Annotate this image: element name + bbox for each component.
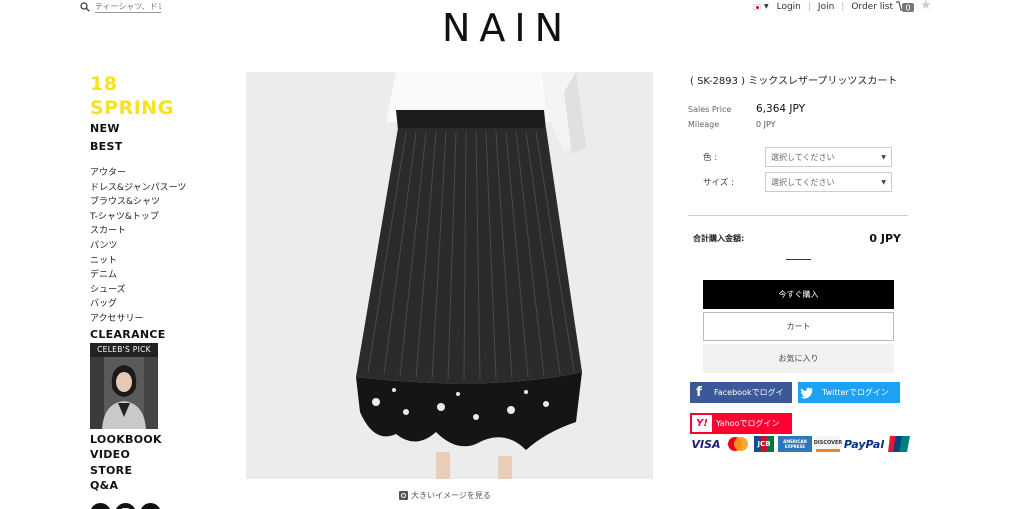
yahoo-login-button[interactable]: Y! Yahooでログイン [690, 413, 792, 434]
total-value: 0 JPY [869, 232, 901, 245]
category-dress[interactable]: ドレス&ジャンパスーツ [90, 181, 200, 196]
celebs-pick-banner[interactable]: CELEB'S PICK [90, 342, 158, 429]
nav-clearance[interactable]: CLEARANCE [90, 327, 200, 342]
yahoo-login-label: Yahooでログイン [716, 419, 780, 428]
size-label: サイズ : [703, 178, 734, 188]
instagram-icon[interactable] [115, 502, 136, 509]
total-label: 合計購入金額: [693, 234, 745, 243]
svg-text:NAIN: NAIN [442, 9, 572, 45]
mileage-value: 0 JPY [756, 120, 776, 129]
search-bar [80, 0, 161, 14]
nav-qa[interactable]: Q&A [90, 478, 200, 494]
payment-methods: VISA JCB AMERICAN EXPRESS DISCOVER PayPa… [690, 436, 910, 452]
nain-icon[interactable]: N [140, 502, 161, 509]
nav-video[interactable]: VIDEO [90, 447, 200, 463]
japan-flag-icon[interactable] [752, 3, 761, 10]
skirt-photo [246, 72, 653, 479]
discover-icon: DISCOVER [814, 436, 842, 452]
social-links: f N [90, 502, 200, 509]
category-tshirt[interactable]: T-シャツ&トップ [90, 210, 200, 225]
category-outer[interactable]: アウター [90, 166, 200, 181]
star-icon[interactable]: ★ [920, 0, 932, 13]
sales-price-label: Sales Price [688, 105, 732, 114]
mileage-label: Mileage [688, 120, 720, 129]
magnifier-icon [399, 491, 408, 500]
category-shoes[interactable]: シューズ [90, 283, 200, 298]
product-info: ( SK-2893 ) ミックスレザープリッツスカート Sales Price … [688, 72, 910, 472]
favorite-button[interactable]: お気に入り [703, 344, 894, 373]
price-row: Sales Price 6,364 JPY [688, 103, 908, 120]
mileage-row: Mileage 0 JPY [688, 120, 908, 137]
divider [786, 259, 811, 260]
zoom-link[interactable]: 大きいイメージを見る [399, 490, 491, 501]
unionpay-icon [888, 436, 910, 452]
category-skirt[interactable]: スカート [90, 224, 200, 239]
sales-price: 6,364 JPY [756, 103, 806, 115]
login-link[interactable]: Login [777, 2, 801, 12]
paypal-icon: PayPal [843, 437, 885, 451]
size-option-row: サイズ : 選択してください ▼ [703, 172, 892, 192]
color-option-row: 色 : 選択してください ▼ [703, 147, 892, 167]
order-list-link[interactable]: Order list [851, 2, 893, 12]
category-pants[interactable]: パンツ [90, 239, 200, 254]
facebook-icon: f [696, 385, 702, 400]
nain-logo[interactable]: NAIN [438, 9, 576, 45]
category-bag[interactable]: バッグ [90, 297, 200, 312]
visa-icon: VISA [691, 437, 721, 451]
chevron-down-icon: ▼ [881, 153, 886, 161]
left-nav: 18 SPRING NEW BEST アウター ドレス&ジャンパスーツ ブラウス… [90, 72, 200, 509]
nav-new[interactable]: NEW [90, 120, 200, 138]
twitter-icon [798, 382, 816, 403]
nav-best[interactable]: BEST [90, 138, 200, 156]
mastercard-icon [728, 437, 748, 451]
product-title: ( SK-2893 ) ミックスレザープリッツスカート [690, 76, 898, 87]
chevron-down-icon: ▼ [881, 178, 886, 186]
facebook-login-button[interactable]: f Facebookでログイ [690, 382, 792, 403]
category-denim[interactable]: デニム [90, 268, 200, 283]
size-select[interactable]: 選択してください ▼ [765, 172, 892, 192]
nav-store[interactable]: STORE [90, 463, 200, 479]
category-accessory[interactable]: アクセサリー [90, 312, 200, 327]
twitter-login-label: Twitterでログイン [822, 388, 889, 397]
chevron-down-icon[interactable]: ▼ [764, 3, 769, 10]
buy-now-button[interactable]: 今すぐ購入 [703, 280, 894, 309]
divider [688, 215, 908, 216]
twitter-login-button[interactable]: Twitterでログイン [798, 382, 900, 403]
facebook-icon[interactable]: f [90, 502, 111, 509]
search-icon[interactable] [80, 2, 90, 12]
cart-icon[interactable]: 0 [895, 0, 917, 13]
total-row: 合計購入金額: 0 JPY [693, 232, 901, 245]
divider: | [841, 1, 845, 12]
search-input[interactable] [95, 1, 161, 13]
add-to-cart-button[interactable]: カート [703, 312, 894, 341]
celebrity-photo [90, 356, 158, 429]
season-link[interactable]: 18 SPRING [90, 72, 200, 120]
zoom-label: 大きいイメージを見る [411, 491, 491, 500]
yahoo-icon: Y! [692, 415, 712, 432]
jcb-icon: JCB [754, 436, 774, 452]
nav-lookbook[interactable]: LOOKBOOK [90, 432, 200, 448]
category-list: アウター ドレス&ジャンパスーツ ブラウス&シャツ T-シャツ&トップ スカート… [90, 166, 200, 327]
divider: | [807, 1, 811, 12]
color-select[interactable]: 選択してください ▼ [765, 147, 892, 167]
nav-secondary: LOOKBOOK VIDEO STORE Q&A [90, 432, 200, 494]
color-select-value: 選択してください [771, 152, 835, 162]
category-blouse[interactable]: ブラウス&シャツ [90, 195, 200, 210]
size-select-value: 選択してください [771, 177, 835, 187]
page: NAIN ▼ Login | Join | Order list 0 ★ 18 … [0, 0, 1024, 509]
facebook-login-label: Facebookでログイ [714, 388, 784, 397]
amex-icon: AMERICAN EXPRESS [778, 436, 812, 452]
join-link[interactable]: Join [818, 2, 834, 12]
top-links: ▼ Login | Join | Order list [752, 0, 893, 13]
svg-text:0: 0 [905, 4, 910, 13]
celebs-pick-label: CELEB'S PICK [90, 342, 158, 357]
color-label: 色 : [703, 153, 718, 163]
category-knit[interactable]: ニット [90, 254, 200, 269]
product-image[interactable] [246, 72, 653, 479]
